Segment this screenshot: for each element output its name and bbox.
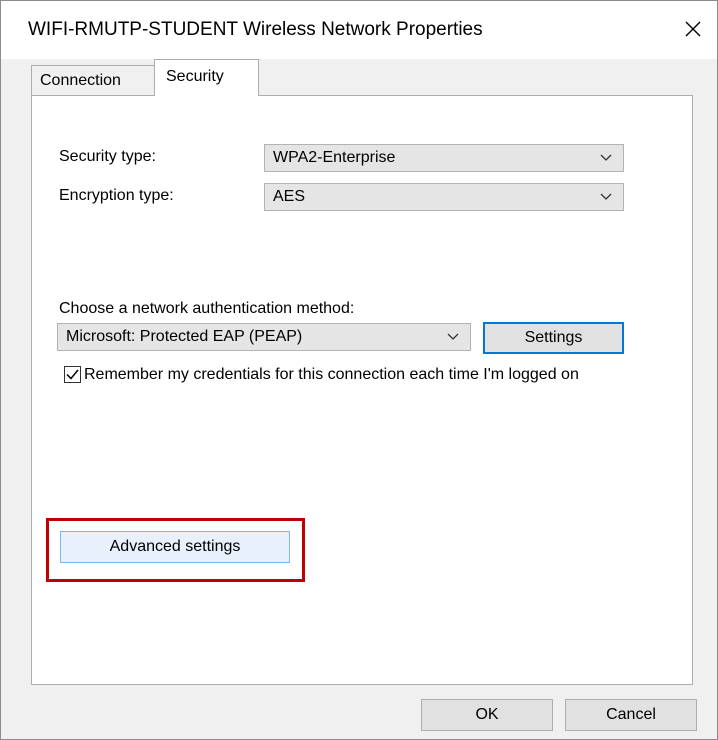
cancel-button[interactable]: Cancel [565,699,697,731]
auth-method-value: Microsoft: Protected EAP (PEAP) [66,328,303,345]
encryption-type-value: AES [273,188,306,205]
checkmark-icon [66,369,79,380]
tab-security[interactable]: Security [154,59,259,96]
chevron-down-icon [600,154,612,161]
window-title: WIFI-RMUTP-STUDENT Wireless Network Prop… [28,19,483,40]
chevron-down-icon [600,193,612,200]
encryption-type-label: Encryption type: [59,187,174,204]
advanced-settings-button[interactable]: Advanced settings [60,531,290,563]
security-tab-panel: Security type: WPA2-Enterprise Encryptio… [31,95,693,685]
remember-credentials-label: Remember my credentials for this connect… [84,366,579,383]
close-button[interactable] [675,11,711,47]
security-type-value: WPA2-Enterprise [273,149,396,166]
ok-button[interactable]: OK [421,699,553,731]
security-type-dropdown[interactable]: WPA2-Enterprise [264,144,624,172]
title-bar: WIFI-RMUTP-STUDENT Wireless Network Prop… [1,1,717,59]
encryption-type-dropdown[interactable]: AES [264,183,624,211]
chevron-down-icon [447,333,459,340]
auth-method-dropdown[interactable]: Microsoft: Protected EAP (PEAP) [57,323,471,351]
tab-strip: Connection Security [1,59,717,96]
security-type-label: Security type: [59,148,156,165]
auth-method-label: Choose a network authentication method: [59,300,355,317]
settings-button[interactable]: Settings [483,322,624,354]
tab-connection[interactable]: Connection [31,65,155,95]
remember-credentials-checkbox[interactable] [64,366,81,383]
close-icon [685,21,701,37]
properties-dialog: WIFI-RMUTP-STUDENT Wireless Network Prop… [0,0,718,740]
